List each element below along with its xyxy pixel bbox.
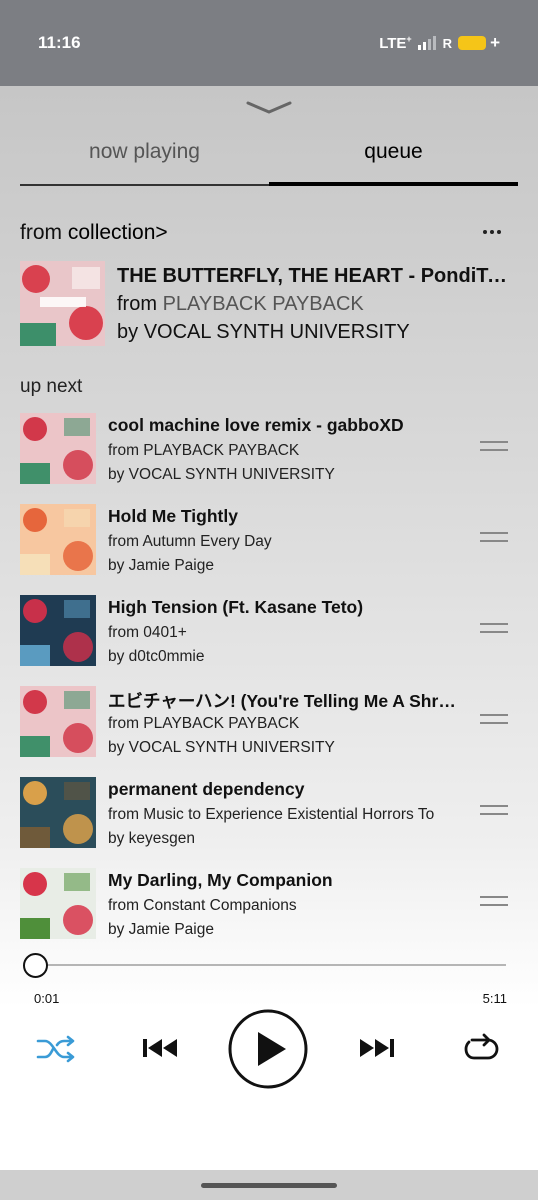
- queue-item-album: from 0401+: [108, 624, 187, 641]
- album-art: [20, 868, 96, 939]
- up-next-heading: up next: [20, 376, 83, 397]
- current-track[interactable]: THE BUTTERFLY, THE HEART - PondiTones fr…: [20, 261, 520, 347]
- queue-item[interactable]: permanent dependency from Music to Experi…: [20, 777, 520, 849]
- queue-item-album: from Autumn Every Day: [108, 533, 272, 550]
- network-type: LTE+: [379, 34, 412, 52]
- drag-handle-icon[interactable]: [480, 441, 508, 453]
- current-track-album: from PLAYBACK PAYBACK: [117, 293, 364, 315]
- queue-item[interactable]: エビチャーハン! (You're Telling Me A Shrimp Fri…: [20, 686, 520, 758]
- signal-icon: [417, 36, 436, 50]
- album-art: [20, 413, 96, 484]
- tab-active-indicator: [269, 182, 518, 186]
- queue-item[interactable]: High Tension (Ft. Kasane Teto) from 0401+…: [20, 595, 520, 667]
- album-art: [20, 504, 96, 575]
- drag-handle-icon[interactable]: [480, 532, 508, 544]
- source-prefix: from: [20, 221, 68, 244]
- drag-handle-icon[interactable]: [480, 623, 508, 635]
- drag-handle-icon[interactable]: [480, 805, 508, 817]
- collapse-chevron-icon[interactable]: [246, 100, 292, 116]
- status-time: 11:16: [38, 33, 81, 52]
- current-track-artist: by VOCAL SYNTH UNIVERSITY: [117, 321, 410, 343]
- charging-icon: +: [490, 33, 500, 52]
- source-name: collection: [67, 221, 156, 244]
- queue-source-link[interactable]: from collection>: [20, 221, 168, 245]
- status-bar: 11:16 LTE+ R +: [0, 0, 538, 86]
- tab-queue[interactable]: queue: [269, 140, 518, 164]
- queue-item[interactable]: cool machine love remix - gabboXD from PL…: [20, 413, 520, 485]
- home-indicator[interactable]: [201, 1183, 337, 1188]
- queue-item-artist: by VOCAL SYNTH UNIVERSITY: [108, 466, 335, 483]
- queue-item-title: My Darling, My Companion: [108, 870, 333, 890]
- play-icon: [258, 1032, 286, 1066]
- current-track-title: THE BUTTERFLY, THE HEART - PondiTones: [117, 265, 507, 287]
- queue-item-album: from Music to Experience Existential Hor…: [108, 806, 435, 823]
- tab-underline: [20, 184, 269, 186]
- previous-icon[interactable]: [142, 1037, 178, 1059]
- drag-handle-icon[interactable]: [480, 714, 508, 726]
- system-nav-bar: [0, 1170, 538, 1200]
- roaming-indicator: R: [442, 35, 453, 51]
- queue-item-album: from PLAYBACK PAYBACK: [108, 442, 300, 459]
- player-sheet: now playing queue from collection> THE B…: [0, 86, 538, 1170]
- album-art: [20, 686, 96, 757]
- status-icons: LTE+ R +: [379, 33, 500, 53]
- queue-item[interactable]: My Darling, My Companion from Constant Co…: [20, 868, 520, 940]
- queue-item-title: High Tension (Ft. Kasane Teto): [108, 597, 364, 617]
- album-art: [20, 777, 96, 848]
- tab-now-playing[interactable]: now playing: [20, 140, 269, 164]
- queue-item[interactable]: Hold Me Tightly from Autumn Every Day by J…: [20, 504, 520, 576]
- shuffle-icon[interactable]: [36, 1034, 76, 1064]
- more-options-icon[interactable]: [483, 230, 501, 234]
- queue-item-artist: by Jamie Paige: [108, 921, 214, 938]
- chevron-right-icon: >: [155, 221, 168, 244]
- elapsed-time: 0:01: [34, 991, 60, 1006]
- queue-item-title: permanent dependency: [108, 779, 305, 799]
- queue-item-album: from Constant Companions: [108, 897, 297, 914]
- queue-item-artist: by VOCAL SYNTH UNIVERSITY: [108, 739, 335, 756]
- queue-item-artist: by Jamie Paige: [108, 557, 214, 574]
- queue-item-title: Hold Me Tightly: [108, 506, 238, 526]
- seek-bar[interactable]: [34, 964, 506, 966]
- queue-item-album: from PLAYBACK PAYBACK: [108, 715, 300, 732]
- play-button[interactable]: [227, 1008, 309, 1090]
- queue-item-title: エビチャーハン! (You're Telling Me A Shrimp Fri…: [108, 691, 456, 711]
- next-icon[interactable]: [359, 1037, 395, 1059]
- album-art: [20, 261, 105, 346]
- drag-handle-icon[interactable]: [480, 896, 508, 908]
- queue-item-title: cool machine love remix - gabboXD: [108, 415, 404, 435]
- seek-thumb[interactable]: [22, 953, 48, 978]
- queue-item-artist: by keyesgen: [108, 830, 196, 847]
- battery-icon: [458, 36, 487, 50]
- total-time: 5:11: [482, 991, 507, 1006]
- queue-item-artist: by d0tc0mmie: [108, 648, 205, 665]
- repeat-icon[interactable]: [462, 1032, 502, 1064]
- album-art: [20, 595, 96, 666]
